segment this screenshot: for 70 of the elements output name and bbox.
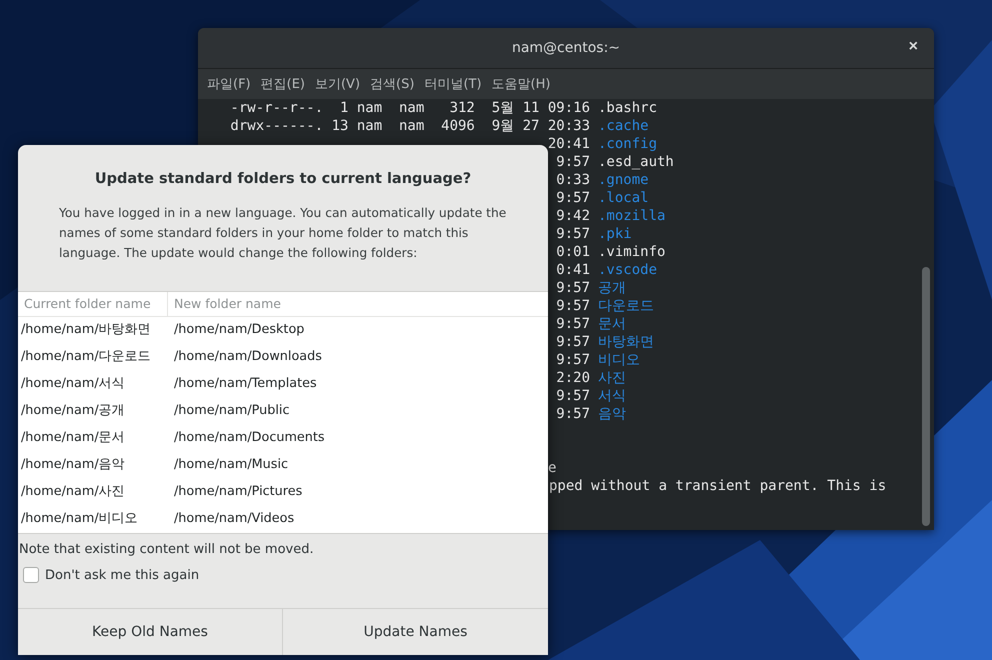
table-cell-text: /home/nam/Downloads <box>173 349 323 364</box>
terminal-text: 9:57 <box>556 279 590 297</box>
terminal-text: 9:57 <box>556 351 590 369</box>
file-name: 음악 <box>598 405 626 423</box>
checkbox[interactable] <box>23 567 39 583</box>
terminal-text: 2:20 <box>556 369 590 387</box>
table-cell-text: /home/nam/다운로드 <box>20 348 152 365</box>
file-name: 비디오 <box>598 351 640 369</box>
file-name: 공개 <box>598 279 626 297</box>
close-button[interactable]: × <box>904 38 922 56</box>
terminal-text: 9:57 <box>556 297 590 315</box>
table-cell-text: /home/nam/바탕화면 <box>20 321 152 338</box>
terminal-text: 9:57 <box>556 387 590 405</box>
table-cell-text: /home/nam/Pictures <box>173 484 304 499</box>
file-name: .cache <box>598 117 649 135</box>
dialog-button[interactable]: Keep Old Names <box>18 609 283 655</box>
table-cell-text: /home/nam/Videos <box>173 511 296 526</box>
terminal-text: 9:57 <box>556 333 590 351</box>
file-name: .vscode <box>598 261 658 279</box>
file-name: 문서 <box>598 315 626 333</box>
terminal-text: 0:01 <box>556 243 590 261</box>
note-text: Note that existing content will not be moved. <box>19 542 315 557</box>
table-cell-text: /home/nam/서식 <box>20 375 126 392</box>
file-name: .mozilla <box>598 207 666 225</box>
file-name: .esd_auth <box>598 153 674 171</box>
menu-item[interactable]: 편집(E) <box>256 75 310 93</box>
dialog-message: You have logged in in a new language. You can automatically update the names of some standard folders in your home folder to match this language. The update would change the following folders: <box>59 205 508 262</box>
terminal-text: e <box>548 459 556 477</box>
menu-item[interactable]: 터미널(T) <box>419 75 487 93</box>
file-name: .viminfo <box>598 243 666 261</box>
file-name: 다운로드 <box>598 297 654 315</box>
terminal-text: 9:57 <box>556 315 590 333</box>
terminal-text: drwx------. 13 nam nam 4096 9월 27 20:33 <box>230 117 590 135</box>
terminal-text: 20:41 <box>548 135 590 153</box>
file-name: .gnome <box>598 171 649 189</box>
table-cell-text: /home/nam/Music <box>173 457 290 472</box>
terminal-text: 9:57 <box>556 153 590 171</box>
terminal-text: 9:57 <box>556 225 590 243</box>
table-cell-text: /home/nam/공개 <box>20 402 126 419</box>
menu-item[interactable]: 검색(S) <box>365 75 420 93</box>
terminal-text: 0:41 <box>556 261 590 279</box>
file-name: .local <box>598 189 649 207</box>
terminal-text: -rw-r--r--. 1 nam nam 312 5월 11 09:16 <box>230 99 590 117</box>
dialog-button[interactable]: Update Names <box>283 609 548 655</box>
file-name: 사진 <box>598 369 626 387</box>
menu-item[interactable]: 도움말(H) <box>486 75 556 93</box>
menu-item[interactable]: 보기(V) <box>310 75 366 93</box>
dialog-title: Update standard folders to current language? <box>94 171 472 187</box>
terminal-text: 9:57 <box>556 405 590 423</box>
table-cell-text: /home/nam/Desktop <box>173 322 306 337</box>
file-name: .pki <box>598 225 632 243</box>
terminal-text: 9:57 <box>556 189 590 207</box>
window-title: nam@centos:~ <box>512 40 620 56</box>
table-cell-text: /home/nam/문서 <box>20 429 126 446</box>
file-name: .bashrc <box>598 99 658 117</box>
table-cell-text: /home/nam/사진 <box>20 483 126 500</box>
scrollbar-thumb[interactable] <box>922 267 930 526</box>
file-name: 서식 <box>598 387 626 405</box>
table-cell-text: /home/nam/Public <box>173 403 291 418</box>
terminal-text: pped without a transient parent. This is <box>549 477 886 495</box>
table-cell-text: /home/nam/음악 <box>20 456 126 473</box>
file-name: .config <box>598 135 658 153</box>
table-cell-text: /home/nam/비디오 <box>20 510 139 527</box>
file-name: 바탕화면 <box>598 333 654 351</box>
menu-item[interactable]: 파일(F) <box>202 75 256 93</box>
table-cell-text: /home/nam/Documents <box>173 430 326 445</box>
table-cell-text: /home/nam/Templates <box>173 376 318 391</box>
terminal-text: 9:42 <box>556 207 590 225</box>
terminal-text: 0:33 <box>556 171 590 189</box>
checkbox-label: Don't ask me this again <box>45 568 200 582</box>
